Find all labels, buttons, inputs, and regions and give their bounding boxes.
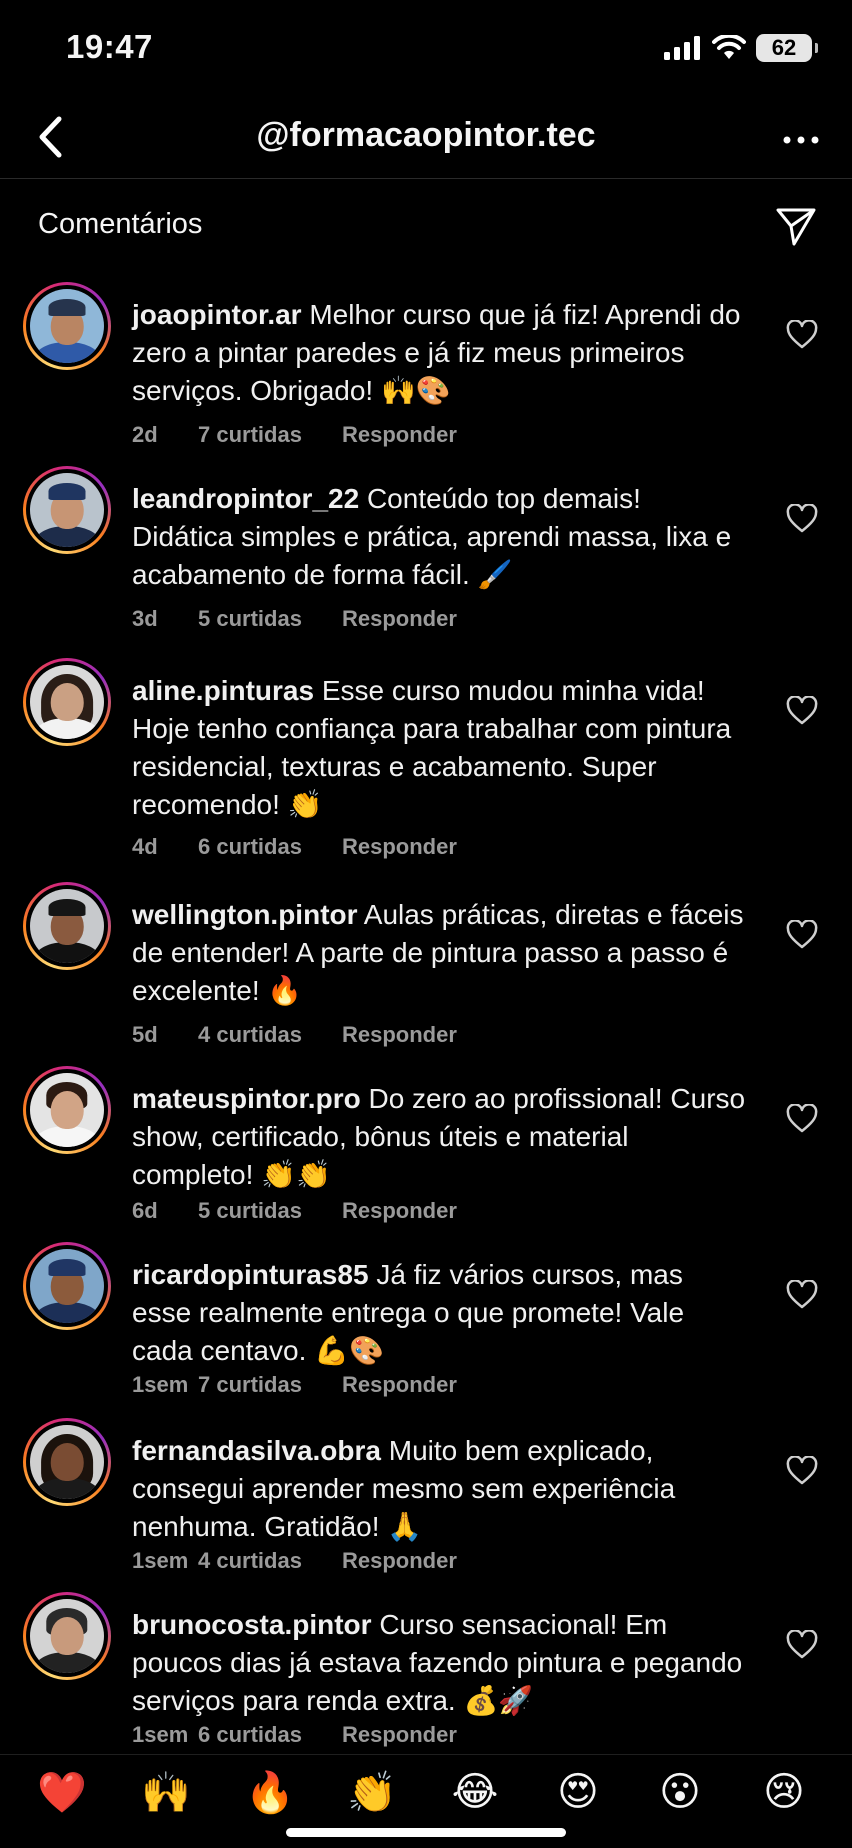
reply-button[interactable]: Responder [342, 1372, 457, 1398]
comment-age: 5d [132, 1022, 158, 1047]
comment-username[interactable]: mateuspintor.pro [132, 1083, 361, 1114]
heart-icon[interactable] [786, 1630, 818, 1660]
comment-meta: 4d 6 curtidas Responder [132, 834, 457, 860]
comment-text: mateuspintor.pro Do zero ao profissional… [132, 1080, 747, 1194]
avatar[interactable] [23, 1242, 111, 1330]
avatar[interactable] [23, 1418, 111, 1506]
avatar[interactable] [23, 466, 111, 554]
comment-text: fernandasilva.obra Muito bem explicado, … [132, 1432, 747, 1546]
comment-age: 1sem [132, 1548, 189, 1573]
comment-likes[interactable]: 7 curtidas [198, 1372, 342, 1398]
emoji-crying[interactable]: 😢 [754, 1769, 814, 1815]
nav-bar: @formacaopintor.tec [0, 100, 852, 179]
heart-icon[interactable] [786, 696, 818, 726]
comment-age: 1sem [132, 1722, 189, 1747]
comments-header: Comentários [0, 200, 852, 260]
comment-text: brunocosta.pintor Curso sensacional! Em … [132, 1606, 747, 1720]
reply-button[interactable]: Responder [342, 422, 457, 448]
emoji-surprised[interactable]: 😮 [650, 1769, 710, 1815]
comment-age: 2d [132, 422, 158, 447]
comment-text: wellington.pintor Aulas práticas, direta… [132, 896, 747, 1010]
reply-button[interactable]: Responder [342, 1198, 457, 1224]
comment-likes[interactable]: 5 curtidas [198, 1198, 342, 1224]
comment-username[interactable]: leandropintor_22 [132, 483, 359, 514]
avatar[interactable] [23, 1592, 111, 1680]
page-title: @formacaopintor.tec [256, 116, 596, 154]
share-icon[interactable] [774, 204, 818, 248]
comment-age: 1sem [132, 1372, 189, 1397]
heart-icon[interactable] [786, 1456, 818, 1486]
heart-icon[interactable] [786, 504, 818, 534]
more-icon [783, 136, 819, 144]
reply-button[interactable]: Responder [342, 1022, 457, 1048]
emoji-heart[interactable]: ❤️ [32, 1769, 92, 1816]
comment-meta: 1sem 7 curtidas Responder [132, 1372, 457, 1398]
comment-likes[interactable]: 6 curtidas [198, 1722, 342, 1748]
comment-username[interactable]: brunocosta.pintor [132, 1609, 372, 1640]
heart-icon[interactable] [786, 920, 818, 950]
comment-meta: 6d 5 curtidas Responder [132, 1198, 457, 1224]
avatar[interactable] [23, 658, 111, 746]
comment-likes[interactable]: 5 curtidas [198, 606, 342, 632]
reply-button[interactable]: Responder [342, 1548, 457, 1574]
reply-button[interactable]: Responder [342, 834, 457, 860]
comment-meta: 1sem 6 curtidas Responder [132, 1722, 457, 1748]
home-indicator [286, 1828, 566, 1837]
comment-age: 3d [132, 606, 158, 631]
avatar[interactable] [23, 1066, 111, 1154]
comment-username[interactable]: ricardopinturas85 [132, 1259, 369, 1290]
comment-text: joaopintor.ar Melhor curso que já fiz! A… [132, 296, 747, 410]
comment-meta: 2d 7 curtidas Responder [132, 422, 457, 448]
comment-age: 4d [132, 834, 158, 859]
comment-username[interactable]: fernandasilva.obra [132, 1435, 381, 1466]
comment-likes[interactable]: 4 curtidas [198, 1022, 342, 1048]
comment-text: leandropintor_22 Conteúdo top demais! Di… [132, 480, 747, 594]
comment-meta: 5d 4 curtidas Responder [132, 1022, 457, 1048]
emoji-clapping[interactable]: 👏 [342, 1769, 402, 1816]
comment-username[interactable]: joaopintor.ar [132, 299, 302, 330]
comment-likes[interactable]: 7 curtidas [198, 422, 342, 448]
reply-button[interactable]: Responder [342, 606, 457, 632]
comment-username[interactable]: wellington.pintor [132, 899, 358, 930]
heart-icon[interactable] [786, 1104, 818, 1134]
reply-button[interactable]: Responder [342, 1722, 457, 1748]
status-time: 19:47 [66, 28, 153, 65]
comment-text: aline.pinturas Esse curso mudou minha vi… [132, 672, 747, 824]
comment-meta: 1sem 4 curtidas Responder [132, 1548, 457, 1574]
status-bar: 19:47 62 [0, 0, 852, 100]
comment-age: 6d [132, 1198, 158, 1223]
comment-meta: 3d 5 curtidas Responder [132, 606, 457, 632]
emoji-fire[interactable]: 🔥 [240, 1769, 300, 1816]
wifi-icon [712, 35, 746, 59]
emoji-heart-eyes[interactable]: 😍 [548, 1769, 608, 1815]
status-icons: 62 [664, 34, 818, 62]
emoji-laughing[interactable]: 😂 [445, 1769, 505, 1815]
comments-title: Comentários [38, 208, 203, 240]
comment-username[interactable]: aline.pinturas [132, 675, 314, 706]
signal-icon [664, 36, 700, 60]
emoji-raised-hands[interactable]: 🙌 [136, 1769, 196, 1816]
comment-likes[interactable]: 4 curtidas [198, 1548, 342, 1574]
comment-likes[interactable]: 6 curtidas [198, 834, 342, 860]
more-options-button[interactable] [776, 120, 826, 160]
avatar[interactable] [23, 882, 111, 970]
heart-icon[interactable] [786, 320, 818, 350]
heart-icon[interactable] [786, 1280, 818, 1310]
battery-indicator: 62 [756, 34, 818, 62]
comment-text: ricardopinturas85 Já fiz vários cursos, … [132, 1256, 747, 1370]
avatar[interactable] [23, 282, 111, 370]
